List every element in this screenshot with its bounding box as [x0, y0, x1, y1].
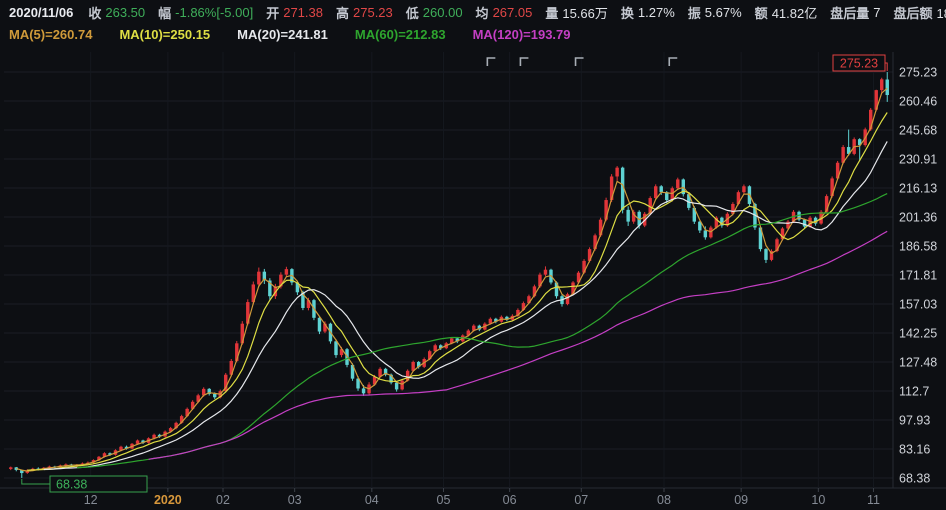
y-axis-label: 171.81: [899, 268, 937, 282]
candle-body[interactable]: [671, 188, 674, 200]
ma-line-5: [16, 88, 887, 471]
candle-body[interactable]: [803, 220, 806, 227]
x-axis-label: 09: [734, 493, 748, 507]
candle-body[interactable]: [395, 383, 398, 390]
y-axis-label: 201.36: [899, 210, 937, 224]
x-axis-label: 10: [811, 493, 825, 507]
high-price-tag-text: 275.23: [840, 57, 878, 71]
y-axis-label: 260.46: [899, 94, 937, 108]
low-price-tag-text: 68.38: [56, 478, 87, 492]
event-marker-icon[interactable]: [669, 58, 677, 66]
candle-body[interactable]: [334, 341, 337, 355]
candle-body[interactable]: [742, 186, 745, 192]
x-axis-label: 11: [867, 493, 880, 507]
candle-body[interactable]: [764, 249, 767, 260]
x-axis-label: 04: [365, 493, 379, 507]
event-marker-icon[interactable]: [576, 58, 584, 66]
candle-body[interactable]: [654, 186, 657, 198]
candle-body[interactable]: [434, 345, 437, 351]
x-axis-label: 05: [437, 493, 451, 507]
candle-body[interactable]: [362, 388, 365, 393]
y-axis-label: 112.7: [899, 385, 929, 399]
x-axis-label: 03: [288, 493, 302, 507]
candle-body[interactable]: [886, 80, 889, 96]
y-axis-label: 245.68: [899, 124, 937, 138]
stock-chart-window: 2020/11/06 收263.50幅-1.86%[-5.00]开271.38高…: [0, 0, 946, 510]
low-tag-connector: [22, 479, 50, 484]
candle-body[interactable]: [544, 270, 547, 275]
y-axis-label: 127.48: [899, 356, 937, 370]
x-axis-label: 02: [216, 493, 230, 507]
x-axis-label: 2020: [154, 493, 182, 507]
candle-body[interactable]: [285, 269, 288, 274]
event-marker-icon[interactable]: [487, 58, 495, 66]
candle-body[interactable]: [704, 230, 707, 237]
candle-body[interactable]: [709, 228, 712, 238]
x-axis-label: 07: [574, 493, 588, 507]
y-axis-label: 142.25: [899, 327, 937, 341]
y-axis-label: 186.58: [899, 240, 937, 254]
y-axis-label: 230.91: [899, 152, 937, 166]
y-axis-label: 83.16: [899, 442, 930, 456]
candle-body[interactable]: [400, 381, 403, 390]
x-axis-label: 12: [84, 493, 98, 507]
y-axis-label: 275.23: [899, 66, 937, 80]
y-axis-label: 68.38: [899, 472, 930, 486]
candle-body[interactable]: [626, 210, 629, 222]
candle-body[interactable]: [257, 272, 260, 285]
y-axis-label: 97.93: [899, 414, 930, 428]
candle-body[interactable]: [213, 394, 216, 397]
candle-body[interactable]: [615, 168, 618, 177]
candle-body[interactable]: [660, 186, 663, 192]
event-marker-icon[interactable]: [520, 58, 528, 66]
candle-body[interactable]: [676, 179, 679, 188]
ma-line-10: [27, 113, 887, 471]
x-axis-label: 06: [503, 493, 517, 507]
candle-body[interactable]: [318, 318, 321, 332]
y-axis-label: 216.13: [899, 182, 937, 196]
candle-body[interactable]: [880, 79, 883, 90]
candle-body[interactable]: [9, 467, 12, 469]
candle-body[interactable]: [566, 294, 569, 304]
candlestick-chart-canvas[interactable]: 275.23 260.46 245.68 230.91 216.13 201.36 186.…: [0, 0, 946, 510]
x-axis-label: 08: [657, 493, 671, 507]
y-axis-label: 157.03: [899, 298, 937, 312]
ma-line-120: [149, 231, 888, 459]
